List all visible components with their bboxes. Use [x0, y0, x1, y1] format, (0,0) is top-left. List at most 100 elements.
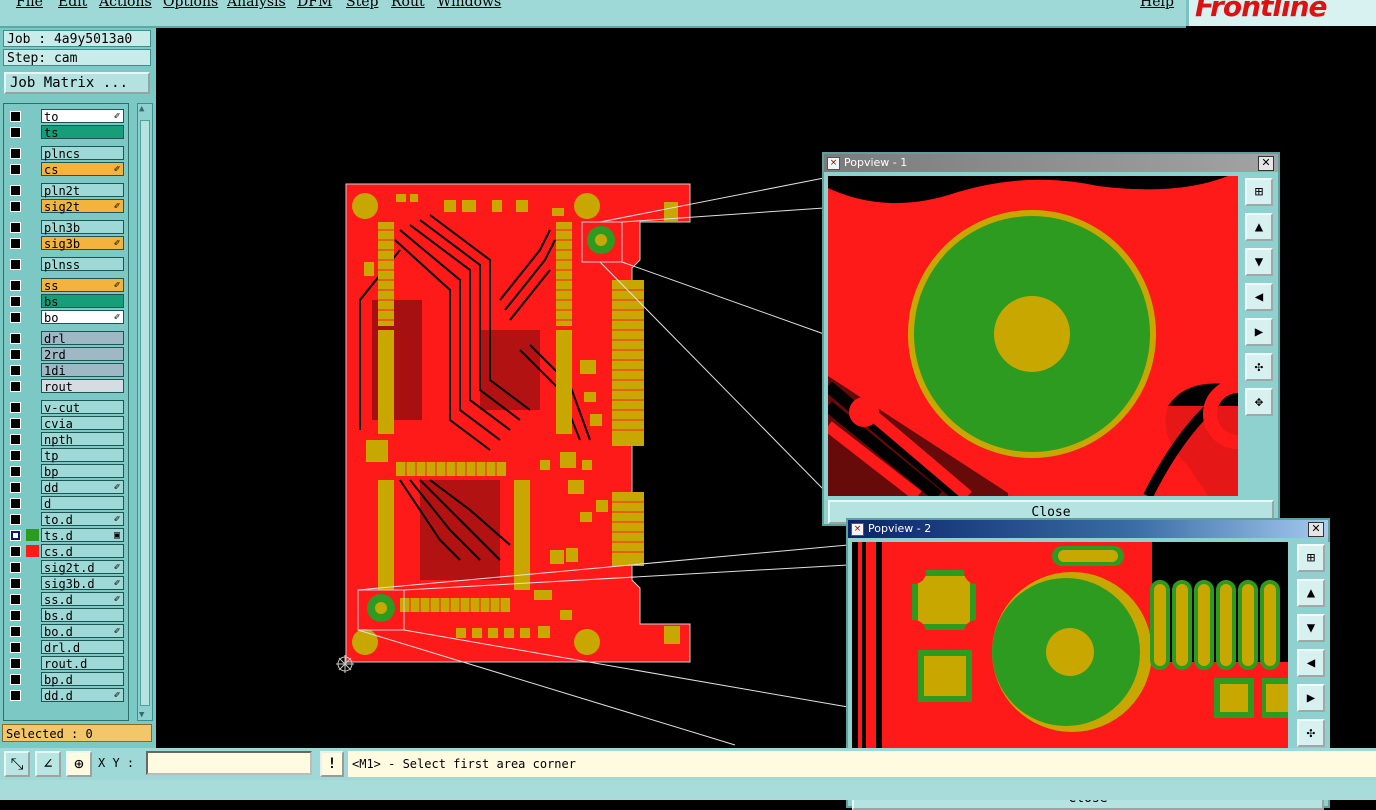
pan-up-icon[interactable]: ▲ — [1297, 579, 1325, 607]
layer-name[interactable]: ts.d ▣ — [41, 528, 124, 543]
layer-checkbox[interactable] — [10, 280, 21, 291]
layer-row-sig3b[interactable]: sig3b ✐ — [4, 236, 128, 251]
layer-row-cvia[interactable]: cvia — [4, 416, 128, 431]
menu-step[interactable]: Step — [346, 0, 378, 10]
layer-checkbox[interactable] — [10, 127, 21, 138]
layer-checkbox[interactable] — [10, 610, 21, 621]
zoom-fit-icon[interactable]: ✣ — [1245, 353, 1273, 381]
layer-checkbox[interactable] — [10, 148, 21, 159]
layer-name[interactable]: dd.d ✐ — [41, 688, 124, 703]
layer-row-drl[interactable]: drl — [4, 331, 128, 346]
pan-down-icon[interactable]: ▼ — [1245, 248, 1273, 276]
layer-row-npth[interactable]: npth — [4, 432, 128, 447]
layer-row-v-cut[interactable]: v-cut — [4, 400, 128, 415]
layer-row-dd.d[interactable]: dd.d ✐ — [4, 688, 128, 703]
pan-right-icon[interactable]: ▶ — [1245, 318, 1273, 346]
layer-name[interactable]: ts — [41, 125, 124, 140]
layer-row-ts[interactable]: ts — [4, 125, 128, 140]
layer-name[interactable]: ss.d ✐ — [41, 592, 124, 607]
layer-name[interactable]: drl.d — [41, 640, 124, 655]
layer-name[interactable]: v-cut — [41, 400, 124, 415]
layer-row-cs[interactable]: cs ✐ — [4, 162, 128, 177]
layer-name[interactable]: cs.d — [41, 544, 124, 559]
layer-name[interactable]: plncs — [41, 146, 124, 161]
layer-checkbox[interactable] — [10, 562, 21, 573]
layer-row-to[interactable]: to ✐ — [4, 109, 128, 124]
layer-row-tp[interactable]: tp — [4, 448, 128, 463]
menu-dfm[interactable]: DFM — [297, 0, 332, 10]
layer-name[interactable]: plnss — [41, 257, 124, 272]
scroll-down-icon[interactable]: ▼ — [139, 710, 144, 720]
layer-checkbox[interactable] — [10, 530, 21, 541]
layer-checkbox[interactable] — [10, 238, 21, 249]
layer-name[interactable]: drl — [41, 331, 124, 346]
layer-checkbox[interactable] — [10, 381, 21, 392]
snap-icon[interactable]: ⤡ — [4, 751, 30, 777]
layer-row-plnss[interactable]: plnss — [4, 257, 128, 272]
layer-checkbox[interactable] — [10, 594, 21, 605]
layer-row-dd[interactable]: dd ✐ — [4, 480, 128, 495]
layer-checkbox[interactable] — [10, 626, 21, 637]
layer-name[interactable]: 1di — [41, 363, 124, 378]
layer-row-1di[interactable]: 1di — [4, 363, 128, 378]
layer-name[interactable]: bp.d — [41, 672, 124, 687]
layer-name[interactable]: bs.d — [41, 608, 124, 623]
layer-checkbox[interactable] — [10, 434, 21, 445]
grid-icon[interactable]: ⊕ — [66, 751, 92, 777]
layer-name[interactable]: dd ✐ — [41, 480, 124, 495]
layer-name[interactable]: 2rd — [41, 347, 124, 362]
menu-actions[interactable]: Actions — [99, 0, 152, 10]
close-icon[interactable]: ✕ — [1258, 156, 1274, 171]
layer-checkbox[interactable] — [10, 296, 21, 307]
layer-checkbox[interactable] — [10, 642, 21, 653]
layer-checkbox[interactable] — [10, 658, 21, 669]
layer-row-bp[interactable]: bp — [4, 464, 128, 479]
scroll-up-icon[interactable]: ▲ — [139, 104, 144, 114]
measure-icon[interactable]: ∠ — [35, 751, 61, 777]
layer-scrollbar[interactable]: ▲ ▼ — [137, 103, 153, 721]
menu-windows[interactable]: Windows — [437, 0, 501, 10]
popview-2-view[interactable] — [852, 542, 1288, 782]
layer-checkbox[interactable] — [10, 514, 21, 525]
layer-checkbox[interactable] — [10, 402, 21, 413]
layer-name[interactable]: rout.d — [41, 656, 124, 671]
menu-options[interactable]: Options — [163, 0, 218, 10]
popview-1-titlebar[interactable]: × Popview - 1 ✕ — [824, 154, 1278, 172]
layer-row-sig3b.d[interactable]: sig3b.d ✐ — [4, 576, 128, 591]
layer-checkbox[interactable] — [10, 690, 21, 701]
layer-checkbox[interactable] — [10, 578, 21, 589]
layer-row-pln3b[interactable]: pln3b — [4, 220, 128, 235]
layer-name[interactable]: sig3b ✐ — [41, 236, 124, 251]
pan-right-icon[interactable]: ▶ — [1297, 684, 1325, 712]
layer-name[interactable]: bs — [41, 294, 124, 309]
job-matrix-button[interactable]: Job Matrix ... — [4, 72, 150, 94]
pan-up-icon[interactable]: ▲ — [1245, 213, 1273, 241]
layer-checkbox[interactable] — [10, 349, 21, 360]
layer-row-pln2t[interactable]: pln2t — [4, 183, 128, 198]
layer-checkbox[interactable] — [10, 674, 21, 685]
layer-row-bs.d[interactable]: bs.d — [4, 608, 128, 623]
layer-checkbox[interactable] — [10, 365, 21, 376]
layer-name[interactable]: tp — [41, 448, 124, 463]
layer-row-bs[interactable]: bs — [4, 294, 128, 309]
layer-name[interactable]: sig2t.d ✐ — [41, 560, 124, 575]
zoom-in-icon[interactable]: ⊞ — [1297, 544, 1325, 572]
layer-name[interactable]: cs ✐ — [41, 162, 124, 177]
layer-name[interactable]: npth — [41, 432, 124, 447]
layer-row-bp.d[interactable]: bp.d — [4, 672, 128, 687]
layer-checkbox[interactable] — [10, 259, 21, 270]
layer-row-plncs[interactable]: plncs — [4, 146, 128, 161]
layer-checkbox[interactable] — [10, 111, 21, 122]
layer-name[interactable]: sig2t ✐ — [41, 199, 124, 214]
layer-checkbox[interactable] — [10, 164, 21, 175]
layer-checkbox[interactable] — [10, 185, 21, 196]
layer-name[interactable]: bo ✐ — [41, 310, 124, 325]
zoom-in-icon[interactable]: ⊞ — [1245, 178, 1273, 206]
layer-color-swatch[interactable] — [26, 545, 39, 557]
layer-row-bo.d[interactable]: bo.d ✐ — [4, 624, 128, 639]
layer-checkbox[interactable] — [10, 466, 21, 477]
layer-row-ss.d[interactable]: ss.d ✐ — [4, 592, 128, 607]
layer-row-bo[interactable]: bo ✐ — [4, 310, 128, 325]
layer-checkbox[interactable] — [10, 222, 21, 233]
layer-row-sig2t[interactable]: sig2t ✐ — [4, 199, 128, 214]
